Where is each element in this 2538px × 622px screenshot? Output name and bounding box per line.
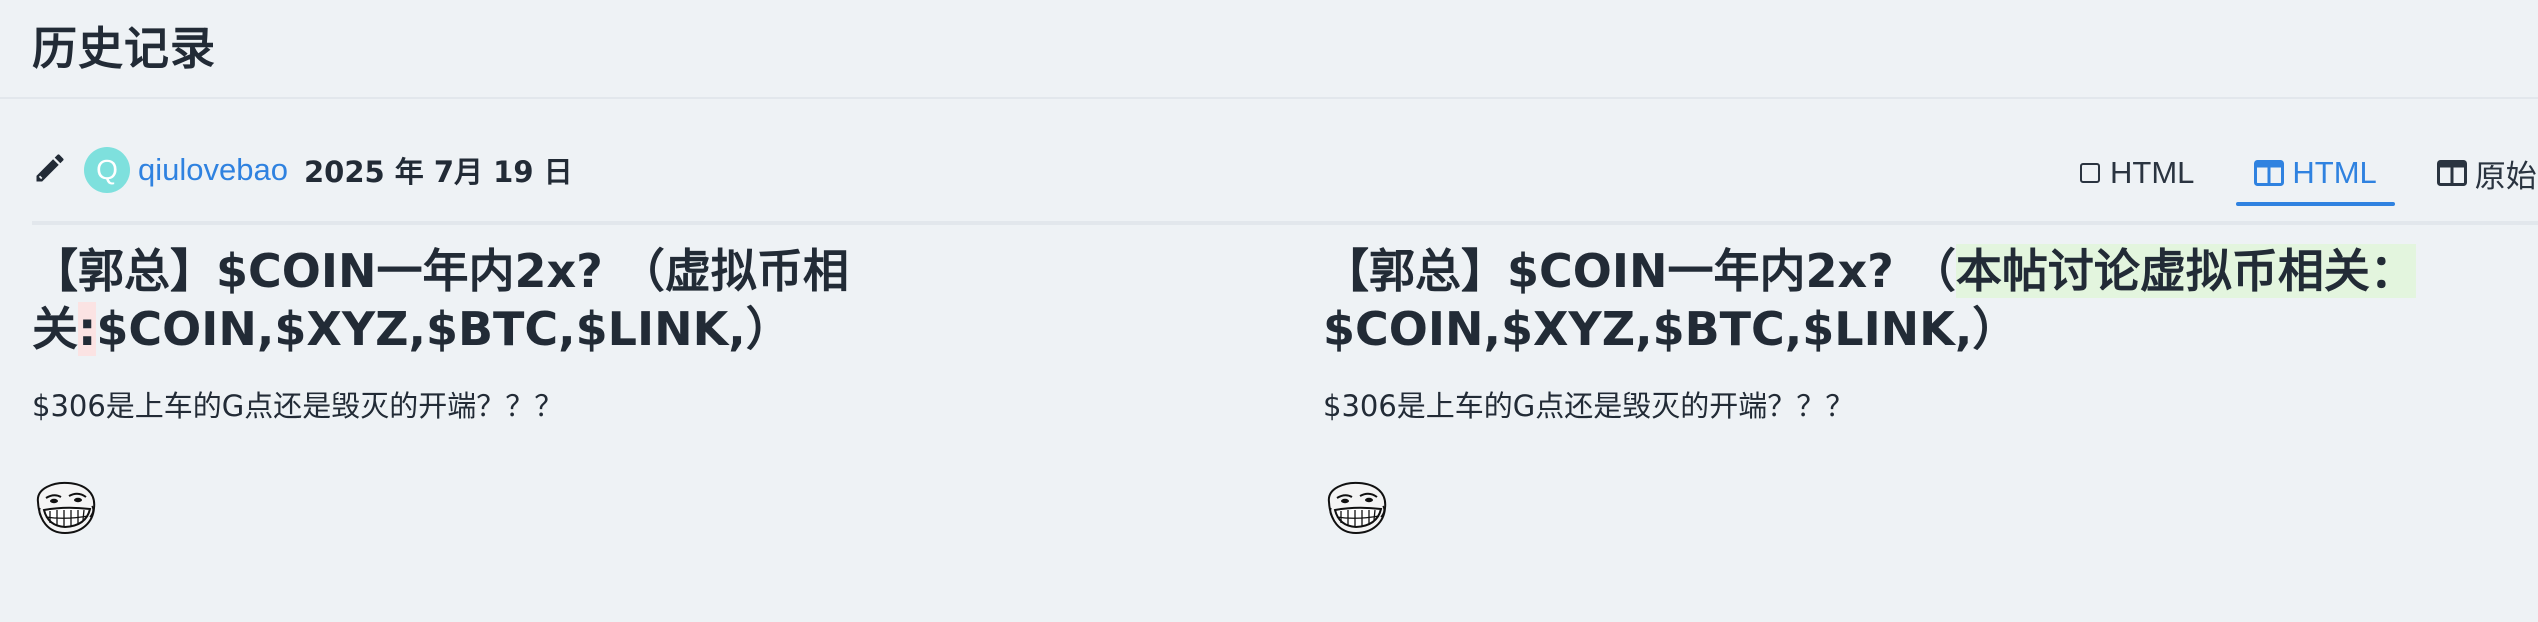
tab-html-inline[interactable]: HTML (2060, 140, 2212, 206)
post-title-before: 【郭总】$COIN一年内2x? （虚拟币相关:$COIN,$XYZ,$BTC,$… (32, 242, 892, 358)
post-body-before: $306是上车的G点还是毁灭的开端？？？ (32, 389, 564, 423)
revision-date: 2025 年 7月 19 日 (303, 155, 573, 189)
diff-pane-before: 【郭总】$COIN一年内2x? （虚拟币相关:$COIN,$XYZ,$BTC,$… (32, 242, 892, 536)
page-title: 历史记录 (32, 22, 217, 75)
tabs-divider (32, 221, 2538, 225)
tab-label: HTML (2292, 155, 2377, 190)
tab-source-split[interactable]: 原始 (2419, 140, 2538, 206)
revision-meta: Q qiulovebao 2025 年 7月 19 日 (32, 140, 573, 200)
title-text: $COIN,$XYZ,$BTC,$LINK,） (1323, 302, 2019, 356)
tab-html-split[interactable]: HTML (2236, 140, 2396, 206)
troll-face-icon (1327, 481, 1387, 535)
diff-pane-after: 【郭总】$COIN一年内2x? （本帖讨论虚拟币相关： $COIN,$XYZ,$B… (1323, 242, 2538, 536)
username-link[interactable]: qiulovebao (138, 152, 288, 188)
split-view-icon (2436, 160, 2467, 186)
square-icon (2080, 163, 2100, 183)
post-body-after: $306是上车的G点还是毁灭的开端？？？ (1323, 389, 1855, 423)
tab-label: HTML (2110, 155, 2195, 190)
avatar[interactable]: Q (84, 147, 130, 193)
title-text: $COIN,$XYZ,$BTC,$LINK,） (96, 302, 792, 356)
troll-face-icon (36, 481, 96, 535)
tab-label: 原始 (2474, 158, 2537, 195)
removed-text: : (78, 302, 97, 356)
view-tabs: HTML HTML 原始 (2060, 140, 2538, 206)
header-divider (0, 97, 2538, 99)
split-view-icon (2254, 160, 2285, 186)
title-text: 【郭总】$COIN一年内2x? （ (1323, 244, 1956, 298)
history-page: 历史记录 Q qiulovebao 2025 年 7月 19 日 HTML HT… (0, 0, 2538, 622)
added-text: 本帖讨论虚拟币相关： (1955, 244, 2416, 298)
pencil-icon (32, 150, 84, 191)
post-title-after: 【郭总】$COIN一年内2x? （本帖讨论虚拟币相关： $COIN,$XYZ,$B… (1323, 242, 2533, 358)
